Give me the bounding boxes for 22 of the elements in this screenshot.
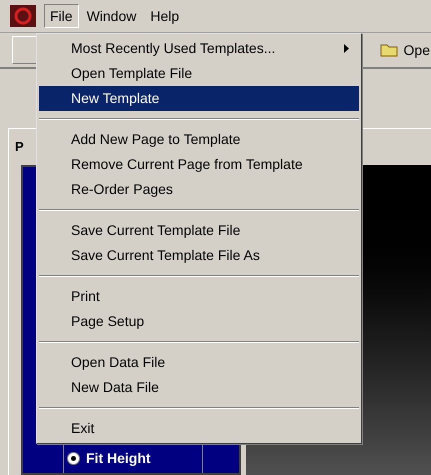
- menu-item[interactable]: New Template: [39, 86, 359, 111]
- menu-item[interactable]: Most Recently Used Templates...: [39, 36, 359, 61]
- menu-item[interactable]: Exit: [39, 416, 359, 441]
- menu-bar-item[interactable]: Window: [80, 4, 142, 28]
- menu-bar-item[interactable]: Help: [144, 4, 186, 28]
- menu-item[interactable]: Save Current Template File: [39, 218, 359, 243]
- open-button[interactable]: Ope: [380, 40, 430, 60]
- menu-item[interactable]: Print: [39, 284, 359, 309]
- menu-item[interactable]: Open Data File: [39, 350, 359, 375]
- menu-item[interactable]: Save Current Template File As: [39, 243, 359, 268]
- menu-item[interactable]: Add New Page to Template: [39, 127, 359, 152]
- app-logo-icon: [10, 5, 36, 27]
- folder-icon: [380, 43, 400, 57]
- menu-item[interactable]: New Data File: [39, 375, 359, 400]
- menu-item[interactable]: Remove Current Page from Template: [39, 152, 359, 177]
- menu-item[interactable]: Open Template File: [39, 61, 359, 86]
- menu-bar-item[interactable]: File: [44, 4, 79, 28]
- panel-tab[interactable]: P: [15, 137, 24, 156]
- radio-button[interactable]: [67, 452, 80, 465]
- radio-option[interactable]: Fit Height: [67, 448, 151, 469]
- menu-item[interactable]: Re-Order Pages: [39, 177, 359, 202]
- menu-item[interactable]: Page Setup: [39, 309, 359, 334]
